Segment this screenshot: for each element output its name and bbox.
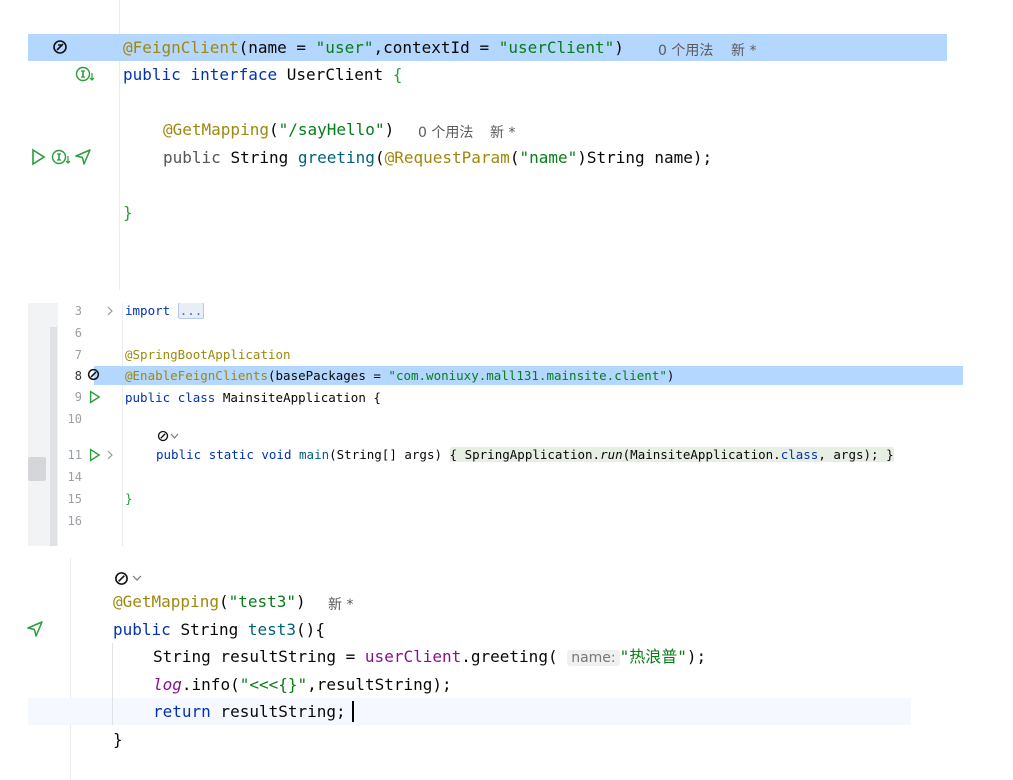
- editor-panel-mainsite-application: 3 6 7 8 9 10 11 14 15 16 import ... @Spr…: [28, 303, 963, 546]
- gutter-separator: [70, 558, 71, 780]
- code-line-greeting: public String greeting(@RequestParam("na…: [163, 148, 713, 167]
- author-hint[interactable]: 新 *: [490, 122, 515, 142]
- line-number: 9: [74, 390, 82, 404]
- annotation-name: @FeignClient: [123, 38, 239, 57]
- scrollbar-thumb[interactable]: [28, 457, 46, 481]
- code-line-greeting-call: String resultString = userClient.greetin…: [153, 647, 707, 666]
- line-number: 3: [74, 304, 82, 318]
- line-number: 10: [67, 412, 82, 426]
- fold-chevron-icon[interactable]: [106, 306, 114, 316]
- implementation-icon[interactable]: [75, 66, 95, 84]
- fold-chevron-icon[interactable]: [106, 450, 114, 460]
- code-line-get-mapping: @GetMapping("/sayHello"): [163, 120, 395, 139]
- implementation-icon[interactable]: [51, 149, 71, 167]
- indent-guide: [112, 643, 113, 725]
- chevron-down-icon[interactable]: [132, 575, 142, 582]
- line-number: 11: [67, 448, 82, 462]
- feign-client-icon[interactable]: [87, 368, 100, 381]
- chevron-down-icon[interactable]: [170, 433, 179, 440]
- run-icon[interactable]: [88, 390, 101, 404]
- feign-client-icon[interactable]: [52, 39, 68, 55]
- gutter-separator: [122, 303, 123, 546]
- code-line-get-mapping: @GetMapping("test3"): [113, 592, 306, 611]
- line-number: 6: [74, 326, 82, 340]
- feign-client-icon[interactable]: [114, 571, 129, 586]
- code-line-interface: public interface UserClient {: [123, 65, 403, 84]
- run-icon[interactable]: [30, 148, 46, 166]
- code-line-feign-client: @FeignClient(name = "user",contextId = "…: [123, 38, 624, 57]
- code-line-spring-boot-app: @SpringBootApplication: [125, 347, 291, 362]
- code-line-import: import ...: [125, 303, 205, 319]
- line-number: 14: [67, 470, 82, 484]
- code-line-close-brace: }: [123, 203, 133, 222]
- line-number: 16: [67, 514, 82, 528]
- line-number: 8: [74, 369, 82, 383]
- feign-client-icon[interactable]: [157, 430, 169, 442]
- usages-hint[interactable]: 0 个用法: [658, 40, 713, 60]
- code-line-close-brace: }: [113, 730, 123, 749]
- code-line-test3-decl: public String test3(){: [113, 620, 325, 639]
- line-number: 7: [74, 348, 82, 362]
- run-icon[interactable]: [88, 448, 101, 462]
- code-line-enable-feign: @EnableFeignClients(basePackages = "com.…: [125, 368, 675, 383]
- author-hint[interactable]: 新 *: [731, 40, 756, 60]
- parameter-hint: name:: [567, 650, 620, 666]
- send-request-icon[interactable]: [74, 148, 92, 166]
- code-line-log: log.info("<<<{}",resultString);: [153, 675, 452, 694]
- code-line-close-brace: }: [125, 491, 133, 506]
- folded-imports[interactable]: ...: [177, 303, 205, 319]
- code-line-class-decl: public class MainsiteApplication {: [125, 390, 381, 405]
- code-line-main-method: public static void main(String[] args) {…: [156, 447, 894, 462]
- code-line-return: return resultString;: [153, 702, 346, 721]
- usages-hint[interactable]: 0 个用法: [418, 122, 473, 142]
- editor-panel-test3: @GetMapping("test3") 新 * public String t…: [0, 558, 1013, 780]
- author-hint[interactable]: 新 *: [328, 594, 353, 614]
- text-caret: [352, 701, 354, 722]
- folded-method-body[interactable]: { SpringApplication.run(MainsiteApplicat…: [449, 447, 894, 462]
- send-request-icon[interactable]: [26, 620, 44, 638]
- editor-panel-feign-client: @FeignClient(name = "user",contextId = "…: [0, 0, 1013, 290]
- line-number: 15: [67, 492, 82, 506]
